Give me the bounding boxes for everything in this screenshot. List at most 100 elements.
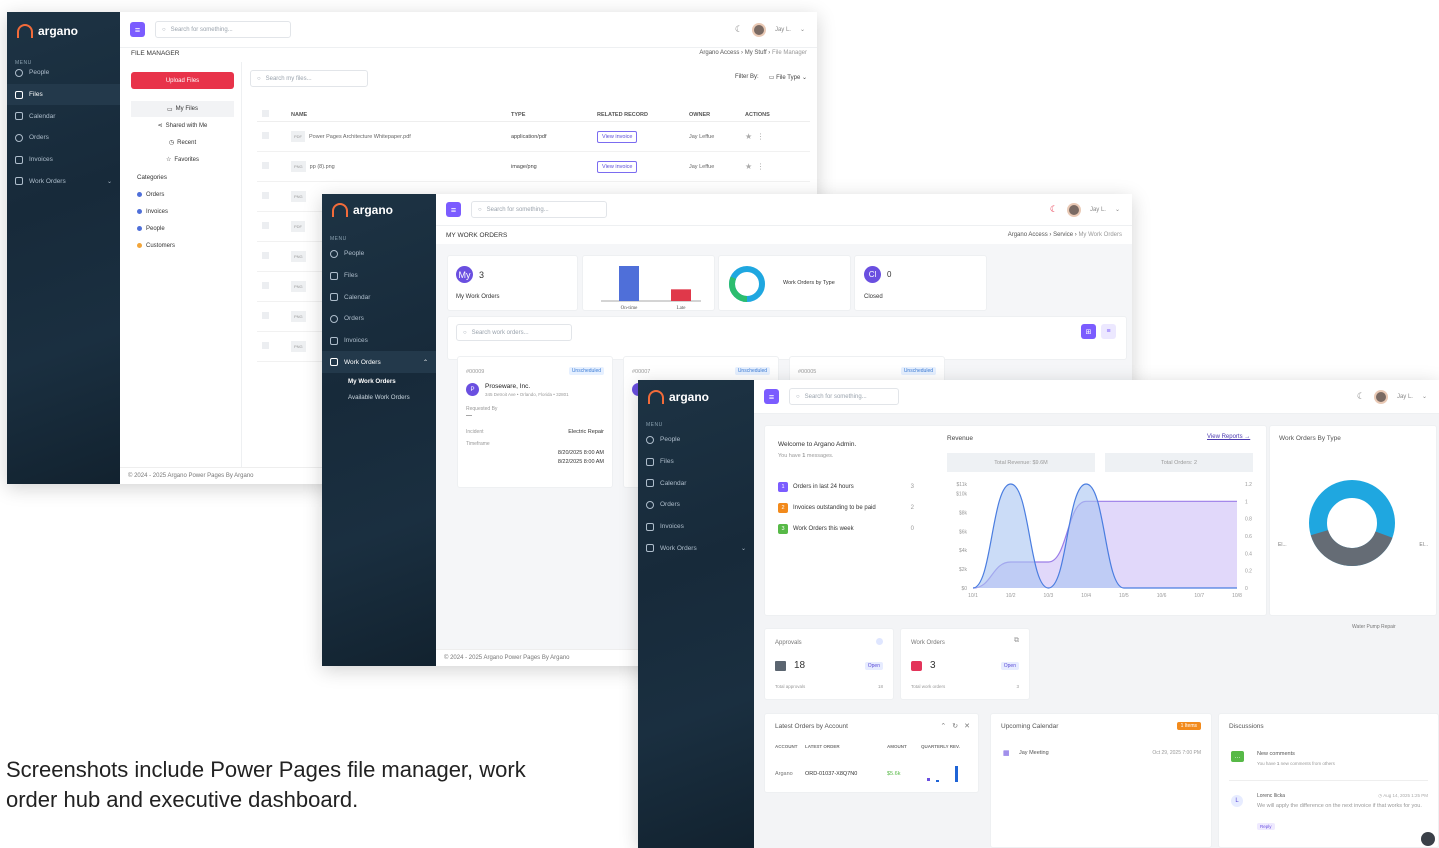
avatar[interactable] <box>1066 202 1081 217</box>
col-type[interactable]: TYPE <box>511 112 597 118</box>
folder-my-files[interactable]: ▭ My Files <box>131 101 234 117</box>
file-type-select[interactable]: ▭ File Type ⌄ <box>769 74 807 81</box>
table-row[interactable]: PNG pp (8).png image/png View invoice Jay… <box>257 152 810 182</box>
folder-recent[interactable]: ◷ Recent <box>131 134 234 151</box>
category-customers[interactable]: Customers <box>137 237 241 254</box>
company-name[interactable]: Proseware, Inc. <box>485 383 530 390</box>
row-checkbox[interactable] <box>262 222 269 229</box>
total-label: Total approvals <box>775 684 806 689</box>
col-owner[interactable]: OWNER <box>689 112 745 118</box>
table-row[interactable]: Argano ORD-01037-X8Q7N0 $5.6k <box>775 764 975 784</box>
refresh-icon[interactable]: ↻ <box>952 722 958 730</box>
theme-toggle-icon[interactable]: ☾ <box>1050 204 1058 215</box>
row-checkbox[interactable] <box>262 192 269 199</box>
row-checkbox[interactable] <box>262 252 269 259</box>
folder-favorites[interactable]: ☆ Favorites <box>131 151 234 168</box>
nav-people[interactable]: People <box>322 243 436 265</box>
stat-closed[interactable]: Cl 0 Closed <box>854 255 987 311</box>
view-reports-link[interactable]: View Reports → <box>1207 434 1250 440</box>
view-invoice-button[interactable]: View invoice <box>597 160 638 173</box>
nav-available-work-orders[interactable]: Available Work Orders <box>322 389 436 405</box>
stat-my-work-orders[interactable]: My 3 My Work Orders <box>447 255 578 311</box>
nav-orders[interactable]: Orders <box>638 494 754 516</box>
row-checkbox[interactable] <box>262 342 269 349</box>
external-link-icon[interactable]: ⧉ <box>1014 637 1019 645</box>
user-name[interactable]: Jay L. <box>1397 394 1413 400</box>
theme-toggle-icon[interactable]: ☾ <box>735 24 743 35</box>
global-search[interactable]: ○ Search for something... <box>471 201 607 218</box>
crumb-2[interactable]: My Stuff <box>745 50 767 56</box>
avatar[interactable] <box>1373 389 1388 404</box>
list-view-button[interactable]: ≡ <box>1101 324 1116 339</box>
menu-toggle-button[interactable]: ≡ <box>130 22 145 37</box>
work-order-search-input[interactable]: ○ Search work orders... <box>456 324 572 341</box>
crumb-1[interactable]: Argano Access <box>1008 232 1048 238</box>
category-invoices[interactable]: Invoices <box>137 203 241 220</box>
crumb-1[interactable]: Argano Access <box>699 50 739 56</box>
crumb-2[interactable]: Service <box>1053 232 1073 238</box>
approvals-card[interactable]: Approvals 18 Open Total approvals 18 <box>764 628 894 700</box>
global-search[interactable]: ○ Search for something... <box>789 388 899 405</box>
nav-calendar[interactable]: Calendar <box>7 105 120 127</box>
user-name[interactable]: Jay L. <box>1090 207 1106 213</box>
view-invoice-button[interactable]: View invoice <box>597 130 638 143</box>
nav-files[interactable]: Files <box>638 451 754 473</box>
nav-calendar[interactable]: Calendar <box>322 286 436 308</box>
category-orders[interactable]: Orders <box>137 186 241 203</box>
nav-calendar[interactable]: Calendar <box>638 472 754 494</box>
file-name[interactable]: pp (8).png <box>310 164 335 170</box>
nav-invoices[interactable]: Invoices <box>7 149 120 171</box>
new-comments-title[interactable]: New comments <box>1257 751 1295 757</box>
chevron-up-icon[interactable]: ⌃ <box>940 722 946 730</box>
work-order-card[interactable]: #00009 Unscheduled P Proseware, Inc. 345… <box>457 356 613 488</box>
chat-assistant-button[interactable] <box>1421 832 1435 846</box>
global-search[interactable]: ○ Search for something... <box>155 21 291 38</box>
nav-invoices[interactable]: Invoices <box>322 330 436 352</box>
task-item[interactable]: 2 Invoices outstanding to be paid 2 <box>778 497 914 518</box>
file-name[interactable]: Power Pages Architecture Whitepaper.pdf <box>309 134 411 140</box>
table-row[interactable]: PDF Power Pages Architecture Whitepaper.p… <box>257 122 810 152</box>
close-icon[interactable]: ✕ <box>964 722 970 730</box>
nav-people[interactable]: People <box>7 62 120 84</box>
menu-toggle-button[interactable]: ≡ <box>764 389 779 404</box>
task-item[interactable]: 1 Orders in last 24 hours 3 <box>778 476 914 497</box>
col-name[interactable]: NAME <box>291 112 511 118</box>
more-icon[interactable]: ⋮ <box>757 162 765 171</box>
nav-label: Files <box>29 91 43 99</box>
row-checkbox[interactable] <box>262 162 269 169</box>
nav-files[interactable]: Files <box>322 265 436 287</box>
nav-my-work-orders[interactable]: My Work Orders <box>322 373 436 389</box>
order-number[interactable]: ORD-01037-X8Q7N0 <box>805 771 887 777</box>
folder-shared[interactable]: ⋖ Shared with Me <box>131 117 234 134</box>
file-search-input[interactable]: ○ Search my files... <box>250 70 368 87</box>
nav-work-orders[interactable]: Work Orders ⌄ <box>638 537 754 559</box>
author-name: Lorenc Ilicka <box>1257 793 1286 799</box>
work-orders-by-type-card[interactable]: Work Orders by Type <box>718 255 851 311</box>
nav-files[interactable]: Files <box>7 83 120 106</box>
user-name[interactable]: Jay L. <box>775 27 791 33</box>
work-orders-card[interactable]: Work Orders ⧉ 3 Open Total work orders 3 <box>900 628 1030 700</box>
nav-work-orders[interactable]: Work Orders ⌄ <box>7 170 120 192</box>
row-checkbox[interactable] <box>262 282 269 289</box>
grid-view-button[interactable]: ⊞ <box>1081 324 1096 339</box>
row-checkbox[interactable] <box>262 132 269 139</box>
nav-orders[interactable]: Orders <box>322 308 436 330</box>
star-icon[interactable]: ★ <box>745 162 752 171</box>
task-item[interactable]: 3 Work Orders this week 0 <box>778 518 914 539</box>
event-title[interactable]: Jay Meeting <box>1019 750 1049 756</box>
nav-work-orders[interactable]: Work Orders ⌃ <box>322 351 436 374</box>
more-icon[interactable]: ⋮ <box>757 132 765 141</box>
category-people[interactable]: People <box>137 220 241 237</box>
theme-toggle-icon[interactable]: ☾ <box>1357 391 1365 402</box>
nav-orders[interactable]: Orders <box>7 127 120 149</box>
upload-files-button[interactable]: Upload Files <box>131 72 234 89</box>
brand-logo: argano <box>332 203 393 217</box>
avatar[interactable] <box>751 22 766 37</box>
row-checkbox[interactable] <box>262 312 269 319</box>
menu-toggle-button[interactable]: ≡ <box>446 202 461 217</box>
reply-button[interactable]: Reply <box>1257 823 1275 830</box>
select-all-checkbox[interactable] <box>262 110 269 117</box>
nav-invoices[interactable]: Invoices <box>638 516 754 538</box>
nav-people[interactable]: People <box>638 429 754 451</box>
star-icon[interactable]: ★ <box>745 132 752 141</box>
